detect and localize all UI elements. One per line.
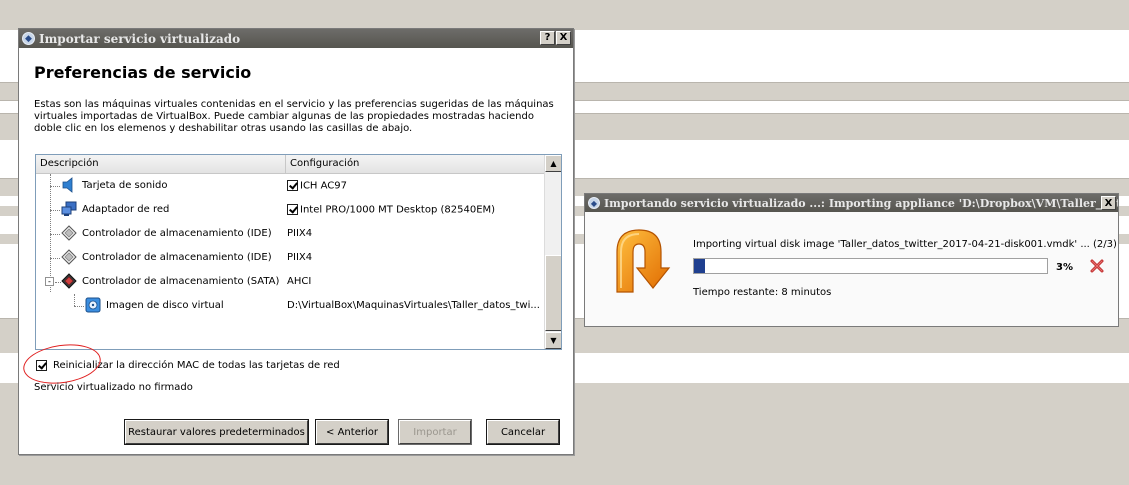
row-label: Controlador de almacenamiento (IDE) [82, 252, 272, 263]
restore-defaults-button[interactable]: Restaurar valores predeterminados [125, 420, 308, 444]
column-header-description[interactable]: Descripción [36, 155, 286, 174]
row-config-value[interactable]: PIIX4 [287, 252, 312, 263]
progress-percent: 3% [1056, 262, 1073, 273]
virtualbox-icon: ◆ [22, 32, 35, 45]
back-button[interactable]: < Anterior [316, 420, 388, 444]
import-progress-dialog: ◆ Importando servicio virtualizado ...: … [584, 193, 1119, 327]
dialog-titlebar[interactable]: ◆ Importar servicio virtualizado ? X [19, 29, 573, 48]
tree-body: Tarjeta de sonido ICH AC97 Adaptador de … [36, 174, 544, 349]
progress-titlebar[interactable]: ◆ Importando servicio virtualizado ...: … [585, 194, 1118, 212]
time-remaining: Tiempo restante: 8 minutos [693, 287, 832, 298]
row-config-value[interactable]: AHCI [287, 276, 311, 287]
row-label: Imagen de disco virtual [106, 300, 224, 311]
ide-controller-icon [61, 225, 77, 241]
column-header-configuration[interactable]: Configuración [286, 155, 544, 174]
row-config-value: Intel PRO/1000 MT Desktop (82540EM) [300, 204, 496, 216]
progress-message: Importing virtual disk image 'Taller_dat… [693, 239, 1117, 250]
tree-connector [50, 186, 60, 187]
tree-scrollbar[interactable]: ▲ ▼ [544, 155, 561, 349]
network-adapter-checkbox[interactable] [287, 204, 298, 215]
scroll-thumb[interactable] [545, 255, 561, 331]
tree-row-virtual-disk[interactable]: Imagen de disco virtual D:\VirtualBox\Ma… [36, 294, 544, 318]
unsigned-status-text: Servicio virtualizado no firmado [34, 382, 193, 393]
row-label: Controlador de almacenamiento (IDE) [82, 228, 272, 239]
progress-bar-fill [694, 259, 705, 273]
tree-header: Descripción Configuración [36, 155, 544, 174]
tree-row-sound-card[interactable]: Tarjeta de sonido ICH AC97 [36, 174, 544, 198]
virtual-disk-icon [85, 297, 101, 313]
sata-controller-icon [61, 273, 77, 289]
appliance-settings-tree[interactable]: Descripción Configuración Tarjeta de son… [35, 154, 562, 350]
import-appliance-dialog: ◆ Importar servicio virtualizado ? X Pre… [18, 28, 574, 455]
tree-row-ide-controller[interactable]: Controlador de almacenamiento (IDE) PIIX… [36, 222, 544, 246]
tree-connector [50, 210, 60, 211]
page-title: Preferencias de servicio [34, 63, 252, 82]
collapse-toggle[interactable]: - [45, 277, 54, 286]
row-config[interactable]: Intel PRO/1000 MT Desktop (82540EM) [287, 204, 495, 216]
cancel-operation-icon[interactable] [1089, 258, 1105, 274]
sound-card-icon [62, 177, 73, 193]
import-arrow-icon [616, 229, 671, 293]
progress-close-button[interactable]: X [1101, 196, 1116, 210]
tree-connector [50, 258, 60, 259]
tree-connector [74, 306, 84, 307]
row-config-value: ICH AC97 [300, 180, 348, 192]
import-button[interactable]: Importar [399, 420, 471, 444]
row-label: Tarjeta de sonido [82, 180, 168, 191]
tree-connector [50, 234, 60, 235]
tree-connector [74, 294, 75, 306]
progress-bar [693, 258, 1048, 274]
scroll-down-button[interactable]: ▼ [545, 332, 561, 349]
dialog-title: Importar servicio virtualizado [39, 31, 241, 46]
row-config[interactable]: ICH AC97 [287, 180, 347, 192]
sound-card-checkbox[interactable] [287, 180, 298, 191]
row-label: Adaptador de red [82, 204, 170, 215]
row-config-value[interactable]: PIIX4 [287, 228, 312, 239]
scroll-up-button[interactable]: ▲ [545, 155, 561, 172]
virtualbox-icon: ◆ [588, 197, 600, 209]
row-config-value[interactable]: D:\VirtualBox\MaquinasVirtuales\Taller_d… [287, 300, 540, 311]
tree-row-ide-controller[interactable]: Controlador de almacenamiento (IDE) PIIX… [36, 246, 544, 270]
tree-row-sata-controller[interactable]: - Controlador de almacenamiento (SATA) A… [36, 270, 544, 294]
cancel-button[interactable]: Cancelar [487, 420, 559, 444]
network-adapter-icon [61, 201, 77, 216]
help-button[interactable]: ? [540, 31, 555, 45]
close-button[interactable]: X [556, 31, 571, 45]
tree-row-network-adapter[interactable]: Adaptador de red Intel PRO/1000 MT Deskt… [36, 198, 544, 222]
description-text: Estas son las máquinas virtuales conteni… [34, 99, 554, 134]
progress-title: Importando servicio virtualizado ...: Im… [604, 196, 1118, 210]
ide-controller-icon [61, 249, 77, 265]
row-label: Controlador de almacenamiento (SATA) [82, 276, 280, 287]
